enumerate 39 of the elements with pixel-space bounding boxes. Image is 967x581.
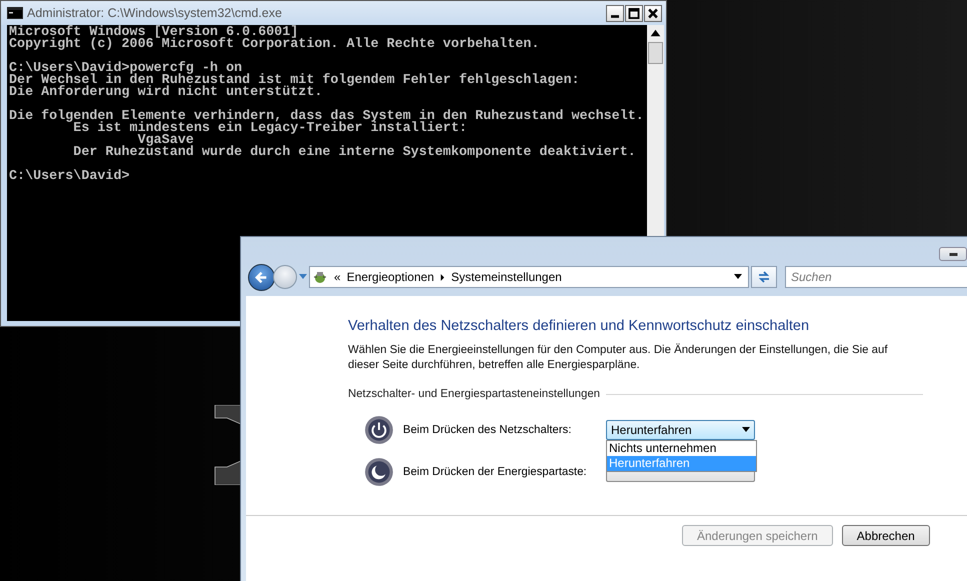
power-icon	[364, 415, 394, 445]
cancel-button[interactable]: Abbrechen	[842, 525, 930, 546]
setting-label: Beim Drücken der Energiespartaste:	[403, 466, 588, 478]
refresh-icon	[756, 269, 772, 285]
back-button[interactable]	[248, 264, 275, 290]
console-line: Es ist mindestens ein Legacy-Treiber installiert:	[73, 123, 468, 135]
console-line: VgaSave	[138, 135, 195, 147]
console-line: Copyright (c) 2006 Microsoft Corporation. Alle Rechte vorbehalten.	[9, 39, 540, 51]
chevron-icon	[440, 274, 446, 280]
dropdown-arrow-icon[interactable]	[734, 274, 742, 280]
maximize-button[interactable]	[625, 4, 643, 22]
minimize-icon	[611, 14, 619, 18]
console-line: Die Anforderung wird nicht unterstützt.	[9, 87, 323, 99]
setting-label: Beim Drücken des Netzschalters:	[403, 424, 572, 436]
address-bar[interactable]: « Energieoptionen Systemeinstellungen	[309, 266, 749, 288]
scroll-thumb[interactable]	[648, 42, 663, 64]
close-icon	[646, 6, 660, 20]
dropdown[interactable]: Herunterfahren	[606, 420, 755, 440]
moon-icon	[364, 457, 394, 487]
description-text: Wählen Sie die Energieeinstellungen für den Computer aus. Die Änderungen der Einstellungen, die Sie auf dieser Seite durchführen, betreffen alle Energiesparpläne.	[348, 343, 889, 373]
refresh-button[interactable]	[751, 266, 777, 288]
page-heading: Verhalten des Netzschalters definieren und Kennwortschutz einschalten	[348, 318, 810, 334]
dropdown-option[interactable]: Nichts unternehmen	[607, 441, 756, 456]
console-icon	[7, 7, 23, 19]
breadcrumb-item[interactable]: Systemeinstellungen	[451, 270, 562, 284]
dropdown-arrow-icon	[742, 427, 750, 433]
console-line: Der Ruhezustand wurde durch eine interne Systemkomponente deaktiviert.	[72, 147, 637, 159]
window-title: Administrator: C:\Windows\system32\cmd.exe	[27, 6, 283, 20]
overflow-icon[interactable]: «	[334, 270, 341, 284]
close-button[interactable]	[644, 4, 662, 22]
breadcrumb-item[interactable]: Energieoptionen	[346, 270, 434, 284]
console-line: C:\Users\David>	[9, 171, 131, 183]
minimize-button[interactable]	[606, 4, 624, 22]
search-field[interactable]: Suchen	[785, 266, 967, 288]
console-line: C:\Users\David>powercfg -h on	[9, 63, 242, 75]
minimize-icon	[948, 252, 958, 256]
section-title: Netzschalter- und Energiespartasteneinstellungen	[348, 388, 600, 400]
minimize-button[interactable]	[939, 247, 967, 261]
maximize-icon	[627, 6, 641, 20]
